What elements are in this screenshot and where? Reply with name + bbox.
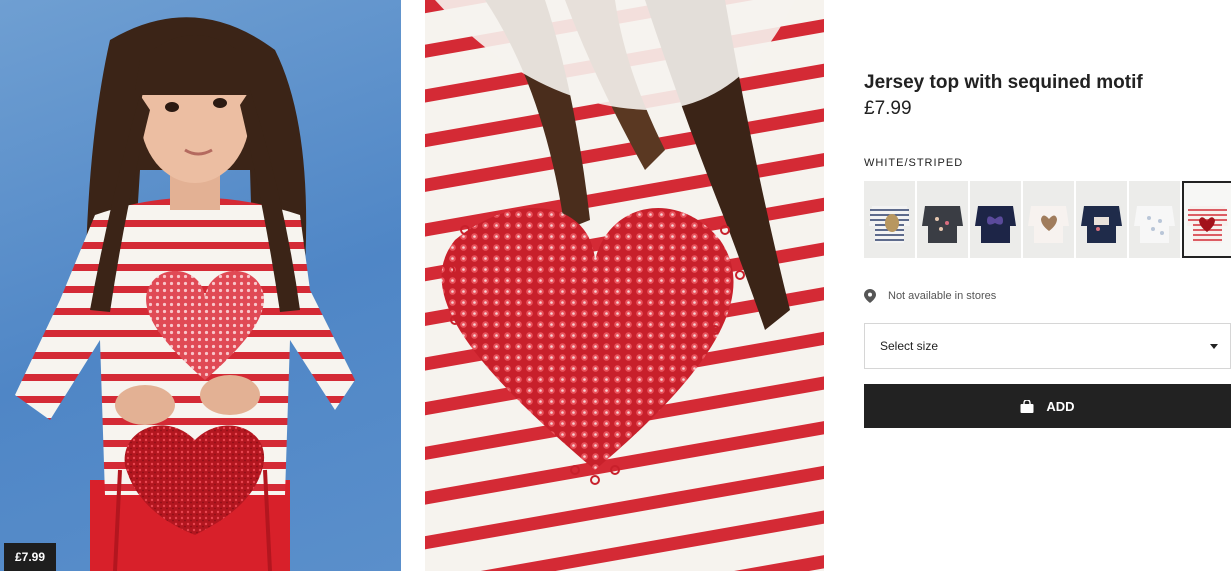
color-label: WHITE/STRIPED [864,157,964,169]
model-illustration [15,17,355,571]
product-price: £7.99 [864,98,912,119]
swatch-white-snowflake[interactable] [1129,181,1180,258]
product-photo-main[interactable]: £7.99 [0,0,401,571]
swatch-white-striped-selected[interactable] [1182,181,1231,258]
swatch-white-sequin-heart[interactable] [1023,181,1074,258]
size-select[interactable]: Select size [864,323,1231,369]
availability-text: Not available in stores [888,290,997,302]
product-info-panel: Jersey top with sequined motif £7.99 WHI… [864,0,1231,571]
swatch-navy-butterfly[interactable] [970,181,1021,258]
shopping-bag-icon [1020,399,1034,413]
price-badge: £7.99 [4,543,56,571]
add-to-bag-button[interactable]: ADD [864,384,1231,428]
product-photo-detail[interactable] [425,0,824,571]
store-availability: Not available in stores [864,289,996,303]
product-title: Jersey top with sequined motif [864,72,1143,93]
location-pin-icon [864,289,876,303]
swatch-dark-grey[interactable] [917,181,968,258]
color-swatches [864,181,1231,259]
size-select-label: Select size [880,339,939,353]
swatch-navy-print[interactable] [1076,181,1127,258]
chevron-down-icon [1210,344,1218,349]
add-button-label: ADD [1046,398,1075,414]
detail-illustration [425,0,824,571]
swatch-blue-striped[interactable] [864,181,915,258]
